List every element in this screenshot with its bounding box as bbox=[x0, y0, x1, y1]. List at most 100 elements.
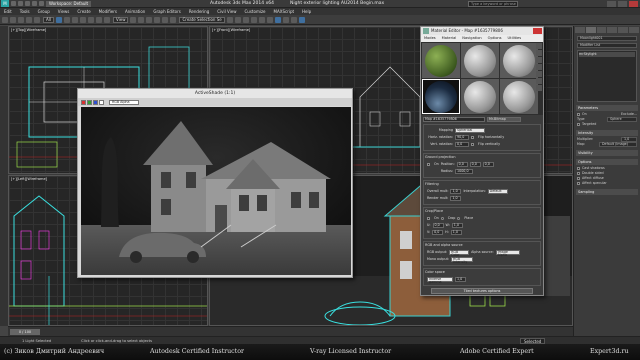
align-icon[interactable] bbox=[234, 16, 241, 23]
hierarchy-tab-icon[interactable] bbox=[596, 27, 607, 33]
select-by-name-icon[interactable] bbox=[63, 16, 70, 23]
menu-material[interactable]: Material bbox=[439, 35, 460, 42]
material-editor-icon[interactable] bbox=[274, 16, 281, 23]
type-dropdown[interactable]: Sphere bbox=[607, 117, 637, 122]
maximize-button[interactable] bbox=[618, 1, 627, 7]
menu-animation[interactable]: Animation bbox=[121, 8, 149, 15]
menu-civil-view[interactable]: Civil View bbox=[213, 8, 240, 15]
alpha-source-dropdown[interactable]: Image Alpha bbox=[495, 249, 520, 256]
modify-tab-icon[interactable] bbox=[585, 27, 596, 33]
horiz-rotation-spinner[interactable]: 90,0 bbox=[455, 134, 469, 140]
u-spinner[interactable]: 0,0 bbox=[432, 222, 444, 228]
curve-editor-icon[interactable] bbox=[258, 16, 265, 23]
percent-snap-icon[interactable] bbox=[162, 16, 169, 23]
close-button[interactable] bbox=[629, 1, 638, 7]
intensity-rollout[interactable]: Intensity bbox=[576, 130, 638, 136]
angle-snap-icon[interactable] bbox=[154, 16, 161, 23]
mapping-dropdown[interactable]: Spherical bbox=[455, 127, 485, 133]
double-sided-checkbox[interactable] bbox=[577, 171, 580, 175]
activeshade-window[interactable]: ActiveShade (1:1) RGB Alpha bbox=[77, 88, 353, 278]
rotate-icon[interactable] bbox=[95, 16, 102, 23]
sample-slot[interactable] bbox=[461, 79, 499, 114]
video-color-check-icon[interactable] bbox=[536, 71, 542, 77]
mono-output-dropdown[interactable]: RGB Intensity bbox=[451, 256, 474, 263]
crop-on-checkbox[interactable] bbox=[427, 216, 430, 220]
rendered-frame-window-icon[interactable] bbox=[290, 16, 297, 23]
background-icon[interactable] bbox=[536, 57, 542, 63]
parameters-rollout[interactable]: Parameters bbox=[576, 105, 638, 111]
graphite-toggle-icon[interactable] bbox=[250, 16, 257, 23]
snaps-toggle-icon[interactable] bbox=[146, 16, 153, 23]
rectangle-selection-icon[interactable] bbox=[71, 16, 78, 23]
move-icon[interactable] bbox=[87, 16, 94, 23]
vert-rotation-spinner[interactable]: 0,0 bbox=[455, 141, 469, 147]
menu-options[interactable]: Options bbox=[485, 35, 505, 42]
sample-slot[interactable] bbox=[461, 43, 499, 78]
select-manipulate-icon[interactable] bbox=[138, 16, 145, 23]
material-editor-window[interactable]: Material Editor - Map #1635779806 Modes … bbox=[420, 26, 544, 296]
menu-tools[interactable]: Tools bbox=[16, 8, 34, 15]
overall-mult-spinner[interactable]: 1,0 bbox=[450, 188, 462, 194]
app-logo-icon[interactable]: M bbox=[1, 0, 9, 7]
material-editor-title[interactable]: Material Editor - Map #1635779806 bbox=[421, 27, 543, 35]
sample-slot[interactable] bbox=[500, 79, 538, 114]
map-name-field[interactable]: Map #1635779806 bbox=[423, 116, 485, 122]
render-production-icon[interactable] bbox=[298, 16, 305, 23]
sample-slot[interactable] bbox=[500, 43, 538, 78]
v-spinner[interactable]: 0,0 bbox=[432, 229, 444, 235]
blue-channel-icon[interactable] bbox=[93, 99, 98, 105]
place-radio[interactable] bbox=[457, 216, 461, 220]
render-setup-icon[interactable] bbox=[282, 16, 289, 23]
save-file-icon[interactable] bbox=[25, 1, 30, 6]
utilities-tab-icon[interactable] bbox=[629, 27, 639, 33]
reference-coordinate-dropdown[interactable]: View bbox=[112, 16, 129, 23]
make-preview-icon[interactable] bbox=[536, 78, 542, 84]
motion-tab-icon[interactable] bbox=[607, 27, 618, 33]
select-object-icon[interactable] bbox=[55, 16, 62, 23]
visibility-rollout[interactable]: Visibility bbox=[576, 150, 638, 156]
scale-icon[interactable] bbox=[103, 16, 110, 23]
position-x-spinner[interactable]: 0,0 bbox=[456, 161, 468, 167]
spinner-snap-icon[interactable] bbox=[170, 16, 177, 23]
menu-customize[interactable]: Customize bbox=[241, 8, 270, 15]
affect-diffuse-checkbox[interactable] bbox=[577, 176, 580, 180]
uv-tiling-icon[interactable] bbox=[536, 64, 542, 70]
search-input[interactable]: Type a keyword or phrase bbox=[468, 1, 518, 7]
map-type-button[interactable]: Mr-Bitmap bbox=[487, 116, 521, 122]
rgb-output-dropdown[interactable]: RGB Color bbox=[449, 249, 470, 256]
menu-views[interactable]: Views bbox=[54, 8, 74, 15]
object-name-field[interactable]: Moonlight001 bbox=[577, 36, 637, 41]
pivot-center-icon[interactable] bbox=[130, 16, 137, 23]
options-rollout[interactable]: Options bbox=[576, 159, 638, 165]
crop-radio[interactable] bbox=[440, 216, 444, 220]
menu-utilities[interactable]: Utilities bbox=[505, 35, 525, 42]
alpha-channel-icon[interactable] bbox=[99, 99, 104, 105]
workspace-selector[interactable]: Workspace: Default bbox=[46, 0, 92, 7]
channel-dropdown[interactable]: RGB Alpha bbox=[109, 99, 139, 105]
selection-filter-dropdown[interactable]: All bbox=[43, 16, 54, 23]
menu-modes[interactable]: Modes bbox=[421, 35, 439, 42]
unlink-icon[interactable] bbox=[26, 16, 32, 23]
tiled-textures-button[interactable]: Tiled textures options bbox=[431, 288, 533, 294]
layer-manager-icon[interactable] bbox=[242, 16, 249, 23]
undo-icon[interactable] bbox=[32, 1, 37, 6]
radius-spinner[interactable]: 1000,0 bbox=[455, 168, 473, 174]
sample-slot-grass[interactable] bbox=[422, 43, 460, 78]
h-spinner[interactable]: 1,0 bbox=[450, 229, 462, 235]
w-spinner[interactable]: 1,0 bbox=[451, 222, 463, 228]
display-tab-icon[interactable] bbox=[618, 27, 629, 33]
ground-on-checkbox[interactable] bbox=[427, 162, 430, 166]
affect-specular-checkbox[interactable] bbox=[577, 181, 580, 185]
gamma-spinner[interactable]: 1,0 bbox=[455, 276, 466, 282]
backlight-icon[interactable] bbox=[536, 50, 542, 56]
sample-slot-sky-selected[interactable] bbox=[422, 79, 460, 114]
menu-maxscript[interactable]: MAXScript bbox=[270, 8, 299, 15]
menu-help[interactable]: Help bbox=[298, 8, 315, 15]
modifier-list-dropdown[interactable]: Modifier List bbox=[577, 43, 637, 48]
gamma-mode-dropdown[interactable]: Inverse gamma bbox=[427, 276, 453, 283]
new-file-icon[interactable] bbox=[11, 1, 16, 6]
map-dropdown[interactable]: Default (Image) bbox=[599, 142, 637, 147]
menu-group[interactable]: Group bbox=[34, 8, 54, 15]
flip-horizontally-checkbox[interactable] bbox=[471, 135, 474, 139]
menu-graph-editors[interactable]: Graph Editors bbox=[149, 8, 184, 15]
